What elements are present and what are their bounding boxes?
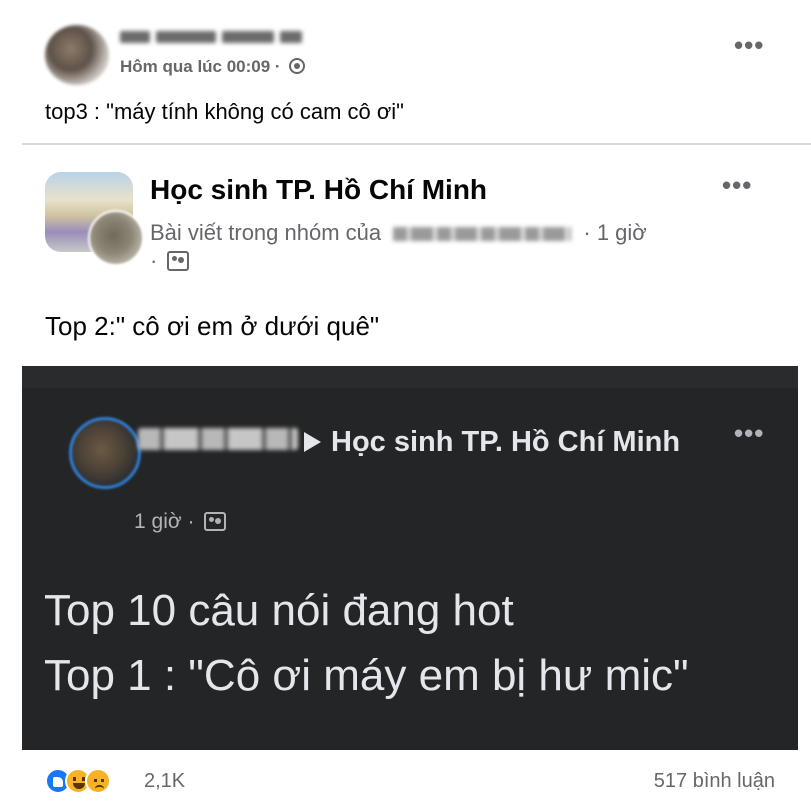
comment-card: Hôm qua lúc 00:09 · ••• top3 : "máy tính… <box>0 0 811 150</box>
post-meta: 1 giờ · <box>134 510 227 534</box>
screenshot-top-strip <box>22 366 798 388</box>
post-meta-line2: · <box>150 248 190 274</box>
separator-dot: · <box>150 248 158 273</box>
author-name-blurred[interactable] <box>393 227 572 241</box>
group-name: Học sinh TP. Hồ Chí Minh <box>331 426 681 458</box>
author-avatar[interactable] <box>88 210 144 266</box>
author-name-blurred[interactable] <box>120 26 340 48</box>
post-text: Top 2:" cô ơi em ở dưới quê" <box>45 311 380 341</box>
friends-icon <box>289 58 306 74</box>
embedded-screenshot: Học sinh TP. Hồ Chí Minh ••• 1 giờ · Top… <box>22 366 798 750</box>
group-audience-icon <box>204 512 227 531</box>
timestamp: 1 giờ · <box>134 510 195 533</box>
group-name[interactable]: Học sinh TP. Hồ Chí Minh <box>150 174 487 206</box>
group-audience-icon <box>167 251 190 271</box>
reaction-icons[interactable] <box>45 768 135 796</box>
post-text-line-1: Top 10 câu nói đang hot <box>44 586 514 635</box>
more-options-icon[interactable]: ••• <box>734 32 764 58</box>
avatar[interactable] <box>45 25 109 85</box>
divider <box>22 143 811 145</box>
more-options-icon[interactable]: ••• <box>722 172 752 198</box>
timestamp[interactable]: · 1 giờ <box>583 220 646 245</box>
timestamp[interactable]: Hôm qua lúc 00:09 · <box>120 57 281 76</box>
post-text-line-2: Top 1 : "Cô ơi máy em bị hư mic" <box>44 651 689 700</box>
meta-prefix: Bài viết trong nhóm của <box>150 220 382 245</box>
reaction-count[interactable]: 2,1K <box>144 770 185 793</box>
avatar <box>69 417 141 489</box>
sad-icon <box>85 768 111 794</box>
more-options-icon: ••• <box>734 418 765 448</box>
comment-text: top3 : "máy tính không có cam cô ơi" <box>45 99 404 124</box>
embedded-post-title: Học sinh TP. Hồ Chí Minh <box>134 422 694 462</box>
comment-count[interactable]: 517 bình luận <box>654 770 775 793</box>
post-meta: Hôm qua lúc 00:09 · <box>120 57 306 77</box>
post-meta: Bài viết trong nhóm của · 1 giờ <box>150 220 647 246</box>
arrow-right-icon <box>304 432 321 452</box>
